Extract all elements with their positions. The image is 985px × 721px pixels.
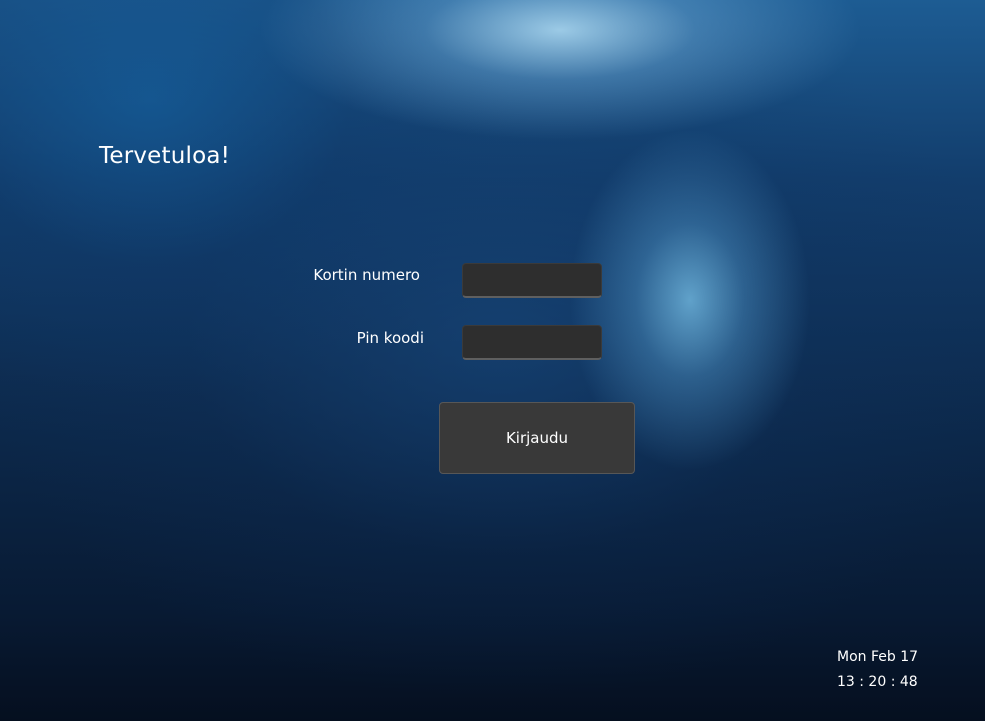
card-number-label: Kortin numero [313, 266, 420, 284]
login-button[interactable]: Kirjaudu [439, 402, 635, 474]
welcome-title: Tervetuloa! [99, 143, 231, 169]
pin-code-label: Pin koodi [356, 329, 424, 347]
card-number-input[interactable] [462, 263, 602, 298]
clock-time: 13 : 20 : 48 [837, 674, 918, 690]
pin-code-input[interactable] [462, 325, 602, 360]
clock-date: Mon Feb 17 [837, 649, 919, 665]
